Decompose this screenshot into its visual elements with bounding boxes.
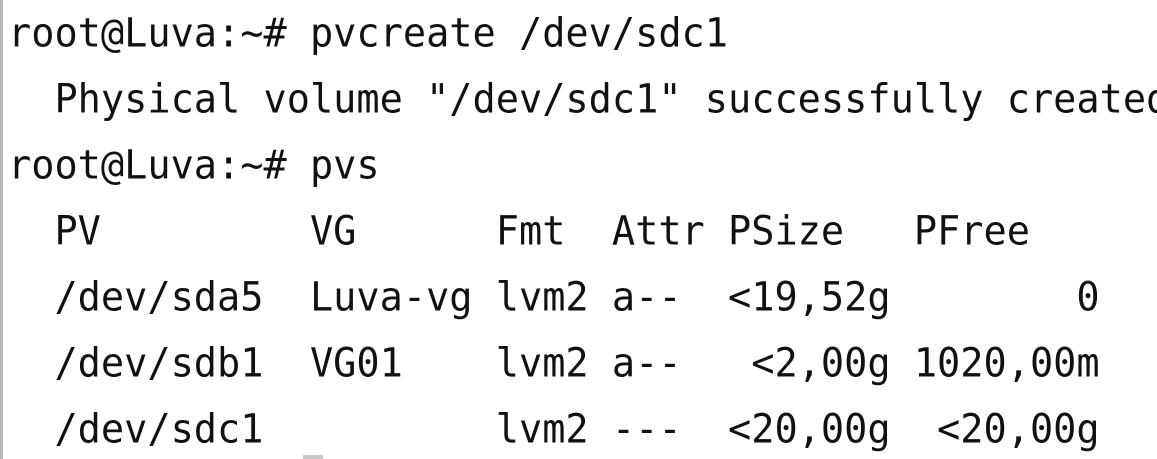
window-left-border: [0, 0, 3, 459]
prompt-pvs-command: root@Luva:~# pvs: [8, 142, 380, 190]
pvs-row-sda5: /dev/sda5 Luva-vg lvm2 a-- <19,52g 0: [8, 274, 1100, 322]
pvs-row-sdb1: /dev/sdb1 VG01 lvm2 a-- <2,00g 1020,00m: [8, 340, 1100, 388]
pvs-row-sdc1: /dev/sdc1 lvm2 --- <20,00g <20,00g: [8, 406, 1100, 454]
cursor-artifact: [303, 455, 323, 459]
terminal-window[interactable]: root@Luva:~# pvcreate /dev/sdc1 Physical…: [0, 0, 1157, 459]
pvs-header-row: PV VG Fmt Attr PSize PFree: [8, 208, 1030, 256]
prompt-pvcreate-command: root@Luva:~# pvcreate /dev/sdc1: [8, 10, 729, 58]
pvcreate-success-output: Physical volume "/dev/sdc1" successfully…: [8, 76, 1157, 124]
